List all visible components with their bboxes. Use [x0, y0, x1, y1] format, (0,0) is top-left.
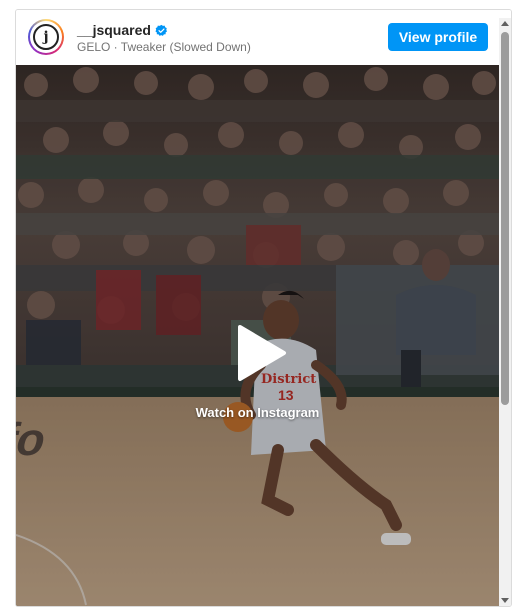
verified-badge-icon [155, 24, 167, 36]
username-row[interactable]: __jsquared [77, 22, 168, 38]
audio-subtitle[interactable]: GELO · Tweaker (Slowed Down) [77, 40, 251, 54]
embed-header: j __jsquared GELO · Tweaker (Slowed Down… [16, 10, 511, 66]
scroll-down-arrow-icon[interactable] [501, 598, 509, 603]
view-profile-button[interactable]: View profile [388, 23, 488, 51]
scroll-up-arrow-icon[interactable] [501, 21, 509, 26]
avatar-inner: j [30, 21, 62, 53]
scrollbar-thumb[interactable] [501, 32, 509, 405]
avatar[interactable]: j [28, 19, 64, 55]
instagram-embed: j __jsquared GELO · Tweaker (Slowed Down… [15, 9, 512, 607]
watch-on-instagram-link[interactable]: Watch on Instagram [16, 405, 499, 420]
play-icon[interactable] [228, 323, 288, 383]
scrollbar[interactable] [499, 18, 511, 606]
video-thumbnail[interactable]: ser-fo District 13 Watch on Instagram [16, 65, 499, 606]
avatar-letter: j [33, 24, 59, 50]
username[interactable]: __jsquared [77, 22, 151, 38]
